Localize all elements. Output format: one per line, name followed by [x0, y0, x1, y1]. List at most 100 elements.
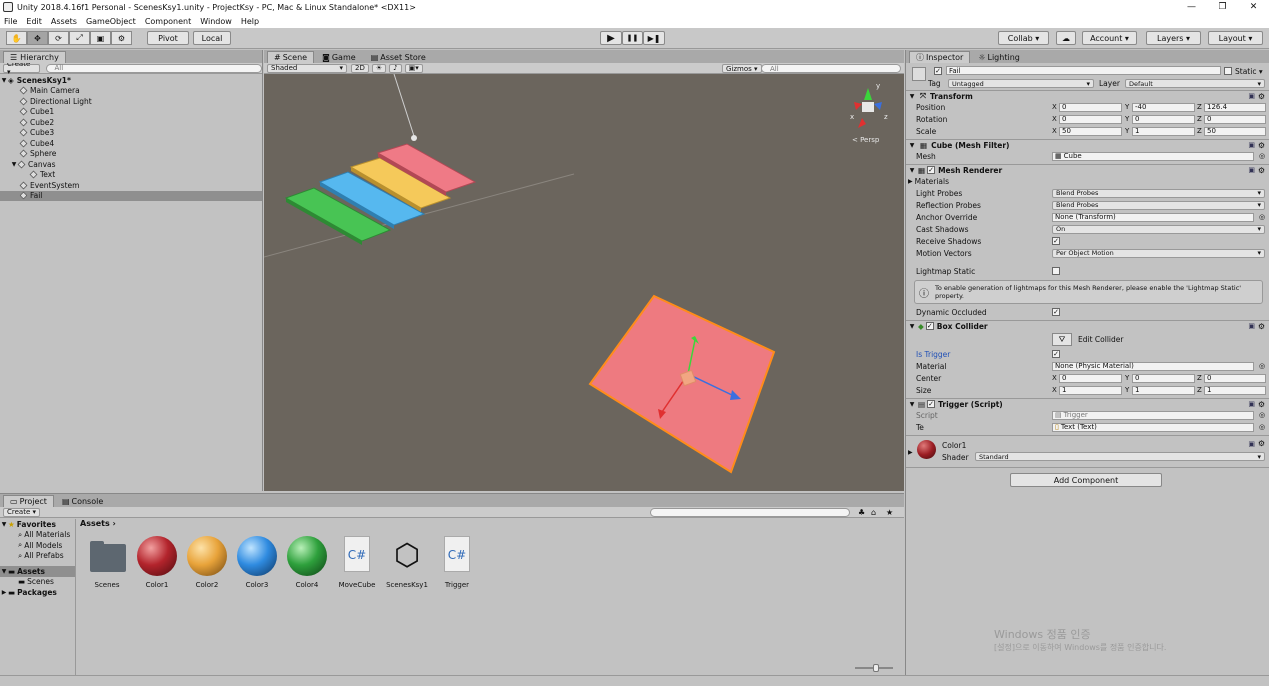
scale-y-input[interactable]: 1 [1132, 126, 1195, 136]
rotation-x-input[interactable]: 0 [1059, 114, 1122, 124]
menu-component[interactable]: Component [145, 17, 191, 26]
receive-shadows-checkbox[interactable]: ✓ [1052, 237, 1060, 245]
object-picker-icon[interactable]: ◎ [1259, 423, 1265, 431]
shader-dropdown[interactable]: Standard [975, 452, 1265, 461]
layer-dropdown[interactable]: Default [1125, 79, 1265, 88]
hierarchy-item-eventsystem[interactable]: EventSystem [0, 180, 262, 191]
tab-console[interactable]: ▤ Console [54, 495, 111, 507]
perspective-label[interactable]: < Persp [852, 136, 880, 144]
project-create-dropdown[interactable]: Create ▾ [3, 507, 40, 517]
asset-scenes-folder[interactable]: Scenes [84, 536, 130, 589]
hierarchy-item-canvas[interactable]: ▼ Canvas [0, 159, 262, 170]
tab-game[interactable]: ◙ Game [315, 51, 363, 63]
scenes-folder-row[interactable]: ▬ Scenes [0, 577, 75, 588]
scale-tool-icon[interactable]: ⤢ [69, 31, 90, 45]
asset-color3[interactable]: Color3 [234, 536, 280, 589]
play-button[interactable]: ▶ [600, 31, 622, 45]
collapse-arrow-icon[interactable]: ▶ [0, 589, 8, 596]
object-name-input[interactable]: Fail [946, 66, 1221, 75]
gear-icon[interactable]: ⚙ [1258, 322, 1265, 331]
dynamic-occluded-checkbox[interactable]: ✓ [1052, 308, 1060, 316]
project-breadcrumb[interactable]: Assets › [80, 519, 116, 528]
sphere-object[interactable] [411, 135, 417, 141]
fav-all-materials[interactable]: ⌕ All Materials [0, 530, 75, 541]
help-icon[interactable]: ▣ [1248, 166, 1255, 174]
mesh-renderer-enabled-checkbox[interactable]: ✓ [927, 166, 936, 174]
asset-color4[interactable]: Color4 [284, 536, 330, 589]
menu-window[interactable]: Window [200, 17, 232, 26]
tab-hierarchy[interactable]: ☰ Hierarchy [3, 51, 66, 63]
center-y-input[interactable]: 0 [1132, 373, 1195, 383]
hierarchy-item-text[interactable]: Text [0, 170, 262, 181]
help-icon[interactable]: ▣ [1248, 141, 1255, 149]
rotation-y-input[interactable]: 0 [1132, 114, 1195, 124]
box-collider-header[interactable]: ▼ ◆ ✓ Box Collider ▣ ⚙ [906, 320, 1269, 331]
help-icon[interactable]: ▣ [1248, 322, 1255, 330]
physic-material-field[interactable]: None (Physic Material) [1052, 361, 1254, 371]
expand-arrow-icon[interactable]: ▼ [908, 167, 916, 174]
expand-arrow-icon[interactable]: ▼ [0, 77, 8, 84]
expand-arrow-icon[interactable]: ▼ [908, 142, 916, 149]
gear-icon[interactable]: ⚙ [1258, 439, 1265, 448]
scale-z-input[interactable]: 50 [1204, 126, 1266, 136]
static-checkbox[interactable] [1224, 67, 1232, 75]
expand-arrow-icon[interactable]: ▼ [908, 323, 916, 330]
menu-help[interactable]: Help [241, 17, 259, 26]
hierarchy-create-dropdown[interactable]: Create ▾ [3, 60, 40, 76]
thumbnail-size-slider[interactable] [855, 664, 893, 672]
help-icon[interactable]: ▣ [1248, 400, 1255, 408]
te-field[interactable]: ▯ Text (Text) [1052, 422, 1254, 432]
expand-arrow-icon[interactable]: ▼ [908, 93, 916, 100]
trigger-script-enabled-checkbox[interactable]: ✓ [927, 400, 936, 408]
hierarchy-item-cube3[interactable]: Cube3 [0, 128, 262, 139]
scale-x-input[interactable]: 50 [1059, 126, 1122, 136]
help-icon[interactable]: ▣ [1248, 440, 1255, 448]
position-z-input[interactable]: 126.4 [1204, 102, 1266, 112]
hierarchy-item-sphere[interactable]: Sphere [0, 149, 262, 160]
is-trigger-checkbox[interactable]: ✓ [1052, 350, 1060, 358]
gear-icon[interactable]: ⚙ [1258, 400, 1265, 409]
slider-thumb[interactable] [873, 664, 879, 672]
hierarchy-item-cube1[interactable]: Cube1 [0, 107, 262, 118]
mesh-renderer-header[interactable]: ▼ ▦ ✓ Mesh Renderer ▣ ⚙ [906, 164, 1269, 175]
hierarchy-search-input[interactable]: All [45, 63, 262, 73]
step-button[interactable]: ▶❚ [643, 31, 665, 45]
move-tool-icon[interactable]: ✥ [27, 31, 48, 45]
close-button[interactable]: ✕ [1238, 0, 1269, 14]
object-picker-icon[interactable]: ◎ [1259, 411, 1265, 419]
materials-row[interactable]: ▶ Materials [906, 175, 1269, 187]
assets-folder-row[interactable]: ▼ ▬ Assets [0, 566, 75, 577]
favorites-row[interactable]: ▼ ★ Favorites [0, 519, 75, 530]
expand-arrow-icon[interactable]: ▼ [908, 401, 916, 408]
menu-assets[interactable]: Assets [51, 17, 77, 26]
menu-edit[interactable]: Edit [26, 17, 42, 26]
size-x-input[interactable]: 1 [1059, 385, 1122, 395]
tab-inspector[interactable]: ⓘ Inspector [909, 51, 971, 63]
hierarchy-item-directional-light[interactable]: Directional Light [0, 96, 262, 107]
account-dropdown[interactable]: Account ▾ [1082, 31, 1137, 45]
rotate-tool-icon[interactable]: ⟳ [48, 31, 69, 45]
local-toggle[interactable]: Local [193, 31, 231, 45]
scene-viewport[interactable]: y x z < Persp [264, 74, 904, 491]
gear-icon[interactable]: ⚙ [1258, 166, 1265, 175]
menu-gameobject[interactable]: GameObject [86, 17, 136, 26]
layout-dropdown[interactable]: Layout ▾ [1208, 31, 1263, 45]
maximize-button[interactable]: ❐ [1207, 0, 1238, 14]
collapse-arrow-icon[interactable]: ▶ [908, 178, 913, 185]
combined-tool-icon[interactable]: ⚙ [111, 31, 132, 45]
hierarchy-item-cube2[interactable]: Cube2 [0, 117, 262, 128]
size-z-input[interactable]: 1 [1204, 385, 1266, 395]
hierarchy-item-fail[interactable]: Fail [0, 190, 262, 201]
effects-dropdown-icon[interactable]: ▣▾ [404, 63, 423, 73]
fav-all-prefabs[interactable]: ⌕ All Prefabs [0, 551, 75, 562]
center-z-input[interactable]: 0 [1204, 373, 1266, 383]
center-x-input[interactable]: 0 [1059, 373, 1122, 383]
hand-tool-icon[interactable]: ✋ [6, 31, 27, 45]
transform-header[interactable]: ▼ ⤧ Transform ▣ ⚙ [906, 90, 1269, 101]
asset-color2[interactable]: Color2 [184, 536, 230, 589]
mesh-field[interactable]: ▦ Cube [1052, 151, 1254, 161]
collab-dropdown[interactable]: Collab ▾ [998, 31, 1049, 45]
static-dropdown[interactable]: Static ▾ [1235, 67, 1263, 76]
rotation-z-input[interactable]: 0 [1204, 114, 1266, 124]
tab-asset-store[interactable]: ▤ Asset Store [363, 51, 433, 63]
